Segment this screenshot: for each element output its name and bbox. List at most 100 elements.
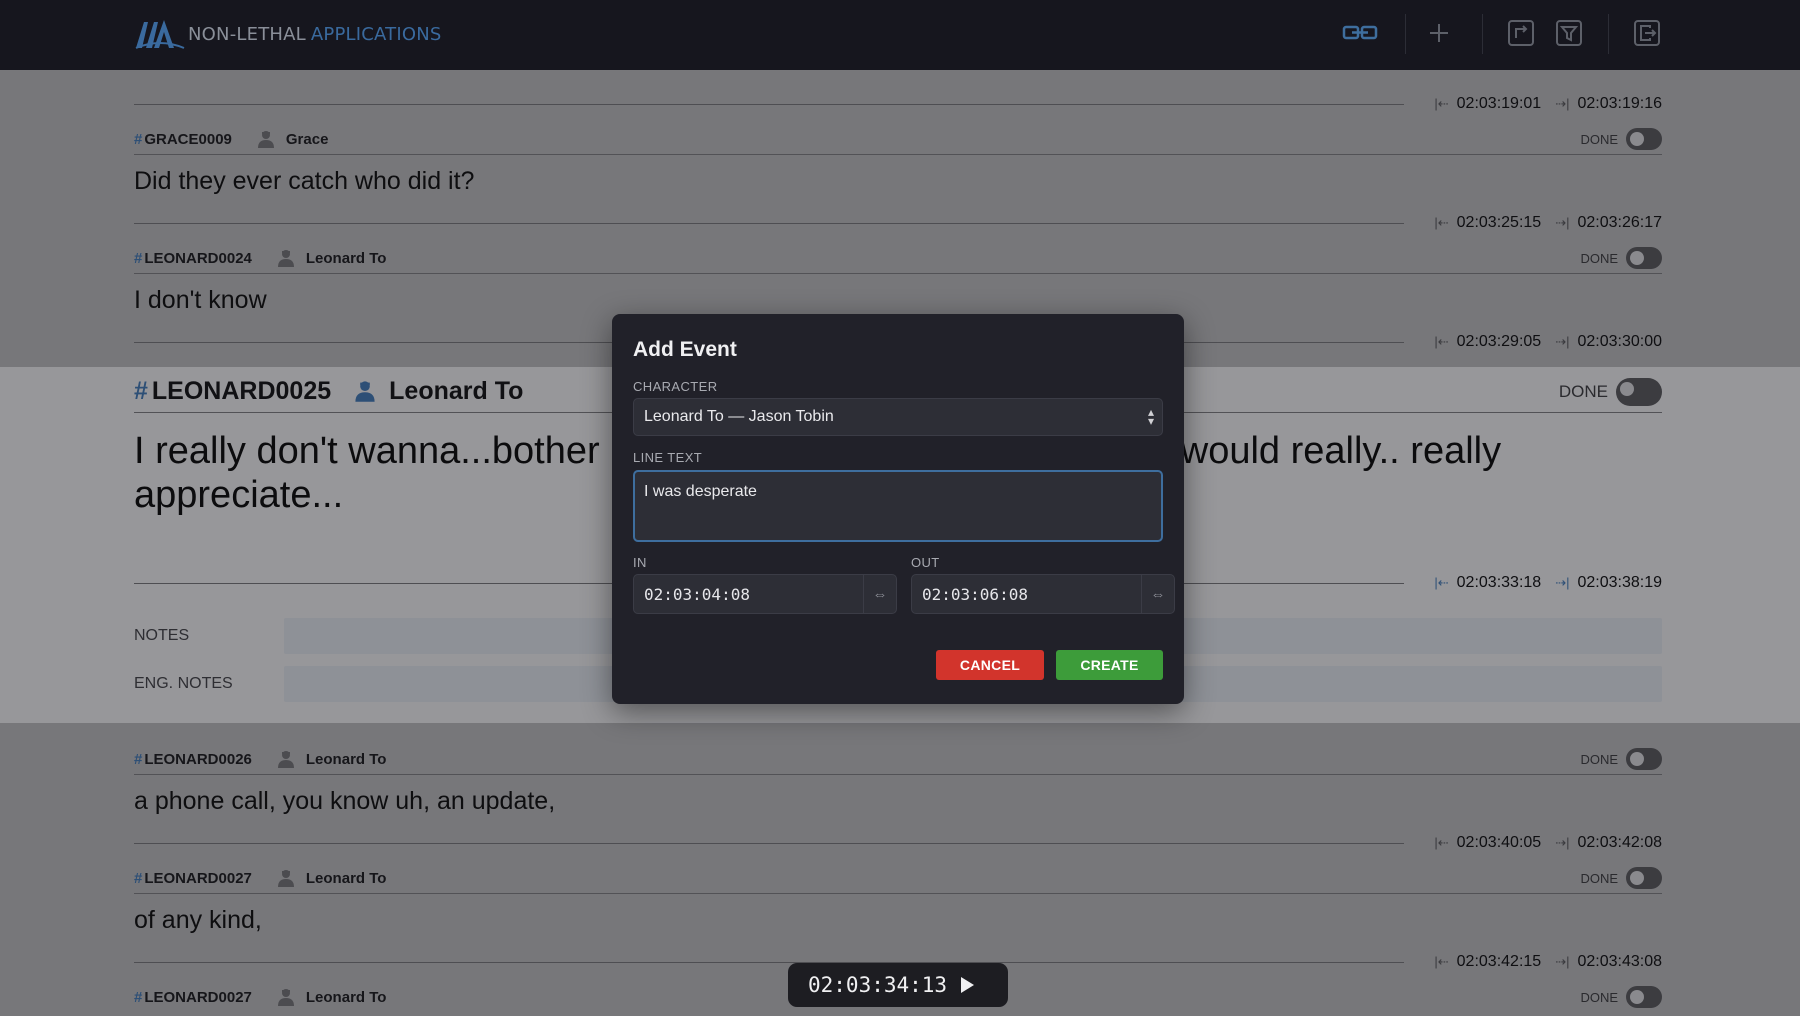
- out-timecode[interactable]: 02:03:26:17: [1577, 214, 1662, 232]
- logo-text: NON-LETHAL: [188, 23, 306, 45]
- done-label: DONE: [1580, 751, 1618, 767]
- toolbar-divider: [1482, 14, 1483, 54]
- done-toggle[interactable]: [1626, 748, 1662, 770]
- character-select[interactable]: Leonard To — Jason Tobin ▴ ▾: [633, 398, 1163, 436]
- divider: [134, 843, 1404, 844]
- event-id[interactable]: LEONARD0026: [144, 751, 252, 768]
- character-name[interactable]: Grace: [286, 131, 329, 148]
- link-icon[interactable]: [1341, 18, 1379, 48]
- hash-icon: #: [134, 249, 143, 267]
- logout-icon[interactable]: [1632, 18, 1662, 48]
- event-id[interactable]: LEONARD0027: [144, 870, 252, 887]
- divider: [134, 962, 1404, 963]
- out-timecode[interactable]: 02:03:30:00: [1577, 333, 1662, 351]
- out-timecode[interactable]: 02:03:42:08: [1577, 834, 1662, 852]
- event-header: # LEONARD0024 Leonard To DONE: [134, 243, 1662, 273]
- swap-icon[interactable]: ⇔: [864, 575, 896, 613]
- in-timecode[interactable]: 02:03:42:15: [1457, 953, 1542, 971]
- filter-icon[interactable]: [1554, 18, 1584, 48]
- timecode-row: |⇠ 02:03:33:18 ⇢| 02:03:38:19: [1434, 574, 1662, 592]
- in-timecode[interactable]: 02:03:40:05: [1457, 834, 1542, 852]
- character-name[interactable]: Leonard To: [306, 870, 387, 887]
- loop-icon[interactable]: [1506, 18, 1536, 48]
- done-toggle[interactable]: [1626, 986, 1662, 1008]
- line-text-input[interactable]: I was desperate: [633, 470, 1163, 542]
- add-event-modal: Add Event CHARACTER Leonard To — Jason T…: [612, 314, 1184, 704]
- list-item: # LEONARD0026 Leonard To DONE a phone ca…: [134, 744, 1662, 816]
- out-point-icon: ⇢|: [1555, 96, 1570, 111]
- person-icon: [277, 751, 294, 768]
- person-icon: [257, 131, 274, 148]
- line-text[interactable]: Did they ever catch who did it?: [134, 167, 1662, 196]
- in-label: IN: [633, 555, 647, 570]
- done-label: DONE: [1580, 131, 1618, 147]
- in-timecode-field: 02:03:04:08 ⇔: [633, 574, 897, 614]
- plus-icon[interactable]: [1424, 18, 1454, 48]
- playhead-timecode[interactable]: 02:03:34:13: [808, 973, 947, 997]
- done-label: DONE: [1558, 382, 1608, 401]
- out-point-icon: ⇢|: [1555, 334, 1570, 349]
- timecode-row: |⇠ 02:03:42:15 ⇢| 02:03:43:08: [1434, 953, 1662, 971]
- out-timecode-input[interactable]: 02:03:06:08: [912, 575, 1142, 613]
- in-timecode-input[interactable]: 02:03:04:08: [634, 575, 864, 613]
- in-point-icon: |⇠: [1434, 954, 1449, 969]
- character-name[interactable]: Leonard To: [306, 989, 387, 1006]
- character-name[interactable]: Leonard To: [306, 250, 387, 267]
- person-icon: [277, 989, 294, 1006]
- toolbar-divider: [1608, 14, 1609, 54]
- out-timecode[interactable]: 02:03:19:16: [1577, 95, 1662, 113]
- play-icon[interactable]: [961, 977, 975, 993]
- timecode-row: |⇠ 02:03:40:05 ⇢| 02:03:42:08: [1434, 834, 1662, 852]
- cancel-button[interactable]: CANCEL: [936, 650, 1044, 680]
- out-timecode[interactable]: 02:03:43:08: [1577, 953, 1662, 971]
- character-select-value: Leonard To — Jason Tobin: [644, 408, 834, 425]
- playback-bar: 02:03:34:13: [788, 963, 1008, 1007]
- event-header: # LEONARD0027 Leonard To DONE: [134, 863, 1662, 893]
- character-label: CHARACTER: [633, 379, 718, 394]
- divider: [134, 273, 1662, 274]
- done-toggle[interactable]: [1626, 128, 1662, 150]
- event-id[interactable]: LEONARD0027: [144, 989, 252, 1006]
- line-text[interactable]: a phone call, you know uh, an update,: [134, 787, 1662, 816]
- out-point-icon: ⇢|: [1555, 954, 1570, 969]
- app-logo[interactable]: NON-LETHAL APPLICATIONS: [134, 14, 441, 54]
- done-control: DONE: [1580, 247, 1662, 269]
- character-name[interactable]: Leonard To: [306, 751, 387, 768]
- toolbar-divider: [1405, 14, 1406, 54]
- event-id[interactable]: LEONARD0025: [152, 377, 331, 406]
- swap-icon[interactable]: ⇔: [1142, 575, 1174, 613]
- done-toggle[interactable]: [1616, 378, 1662, 406]
- event-id[interactable]: LEONARD0024: [144, 250, 252, 267]
- timecode-row: |⇠ 02:03:25:15 ⇢| 02:03:26:17: [1434, 214, 1662, 232]
- line-text-continued: appreciate...: [134, 474, 344, 516]
- select-chevron-icon: ▴ ▾: [1147, 405, 1154, 428]
- done-control: DONE: [1580, 748, 1662, 770]
- done-toggle[interactable]: [1626, 867, 1662, 889]
- in-timecode[interactable]: 02:03:19:01: [1457, 95, 1542, 113]
- line-text[interactable]: of any kind,: [134, 906, 1662, 935]
- out-point-icon: ⇢|: [1555, 835, 1570, 850]
- top-bar: NON-LETHAL APPLICATIONS: [0, 0, 1800, 70]
- in-point-icon: |⇠: [1434, 96, 1449, 111]
- line-text[interactable]: closure: [134, 70, 1662, 71]
- eng-notes-label: ENG. NOTES: [134, 675, 233, 692]
- in-timecode[interactable]: 02:03:29:05: [1457, 333, 1542, 351]
- line-text[interactable]: I don't know: [134, 286, 1662, 315]
- in-timecode[interactable]: 02:03:25:15: [1457, 214, 1542, 232]
- character-name[interactable]: Leonard To: [389, 377, 523, 406]
- hash-icon: #: [134, 130, 143, 148]
- person-icon: [277, 250, 294, 267]
- divider: [134, 223, 1404, 224]
- create-button[interactable]: CREATE: [1056, 650, 1163, 680]
- done-toggle[interactable]: [1626, 247, 1662, 269]
- in-point-icon: |⇠: [1434, 575, 1449, 590]
- timecode-row: |⇠ 02:03:19:01 ⇢| 02:03:19:16: [1434, 95, 1662, 113]
- hash-icon: #: [134, 376, 148, 405]
- in-timecode[interactable]: 02:03:33:18: [1457, 574, 1542, 592]
- hash-icon: #: [134, 869, 143, 887]
- event-id[interactable]: GRACE0009: [144, 131, 232, 148]
- done-label: DONE: [1580, 989, 1618, 1005]
- out-timecode[interactable]: 02:03:38:19: [1577, 574, 1662, 592]
- in-point-icon: |⇠: [1434, 334, 1449, 349]
- out-label: OUT: [911, 555, 940, 570]
